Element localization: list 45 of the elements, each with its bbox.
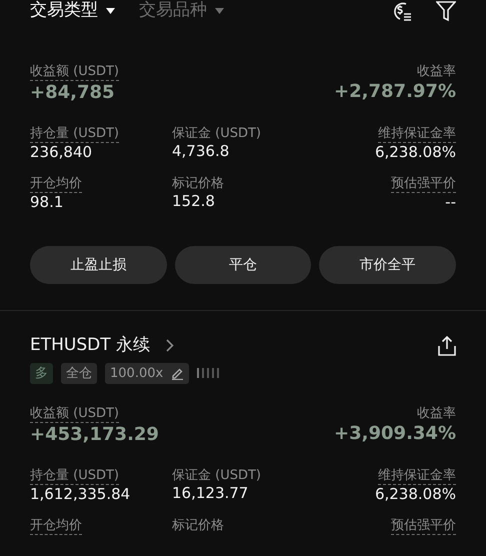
field-value: 236,840 (30, 142, 92, 162)
position-tag: 全仓 (61, 362, 97, 384)
field-label: 持仓量 (USDT) (30, 126, 119, 143)
caret-icon (106, 8, 115, 14)
field-label: 维持保证金率 (378, 468, 456, 485)
action-button[interactable]: 止盈止损 (30, 246, 167, 284)
bars-icon (197, 368, 220, 378)
field-label: 标记价格 (172, 176, 224, 192)
filter-dropdown[interactable]: 交易类型 (30, 0, 115, 24)
field-value: 6,238.08% (374, 484, 456, 504)
field-label: 收益率 (417, 64, 456, 80)
field-label: 开仓均价 (30, 518, 82, 535)
field-label: 维持保证金率 (378, 126, 456, 143)
field-label: 收益额 (USDT) (30, 406, 119, 423)
share-icon[interactable] (438, 336, 456, 356)
field-value: 16,123.77 (172, 484, 248, 504)
field-label: 持仓量 (USDT) (30, 468, 119, 485)
leverage-tag[interactable]: 100.00x (105, 362, 190, 384)
field-value: -- (445, 192, 456, 212)
profit-value: +3,909.34% (334, 422, 456, 446)
action-button[interactable]: 平仓 (174, 246, 312, 284)
field-label: 保证金 (USDT) (172, 126, 261, 142)
profit-value: +2,787.97% (334, 80, 456, 103)
field-label: 收益额 (USDT) (30, 64, 119, 81)
field-value: 98.1 (30, 192, 64, 212)
field-label: 预估强平价 (391, 176, 456, 193)
field-label: 预估强平价 (391, 518, 456, 535)
edit-icon (171, 366, 184, 380)
field-label: 标记价格 (172, 518, 224, 534)
caret-icon (215, 8, 224, 14)
field-value: 1,612,335.84 (30, 484, 130, 504)
position-tag: 多 (30, 362, 53, 384)
position-title[interactable]: ETHUSDT 永续 (30, 333, 150, 359)
field-value: 152.8 (172, 192, 215, 212)
field-label: 开仓均价 (30, 176, 82, 193)
profit-value: +84,785 (30, 80, 115, 104)
filter-dropdown[interactable]: 交易品种 (139, 0, 224, 24)
field-label: 收益率 (417, 406, 456, 422)
profit-value: +453,173.29 (30, 422, 159, 446)
field-value: 4,736.8 (172, 142, 230, 162)
field-label: 保证金 (USDT) (172, 468, 261, 484)
filter-icon[interactable] (436, 0, 456, 22)
chevron-icon[interactable] (166, 339, 174, 352)
field-value: 6,238.08% (374, 142, 456, 162)
action-button[interactable]: 市价全平 (319, 246, 456, 284)
